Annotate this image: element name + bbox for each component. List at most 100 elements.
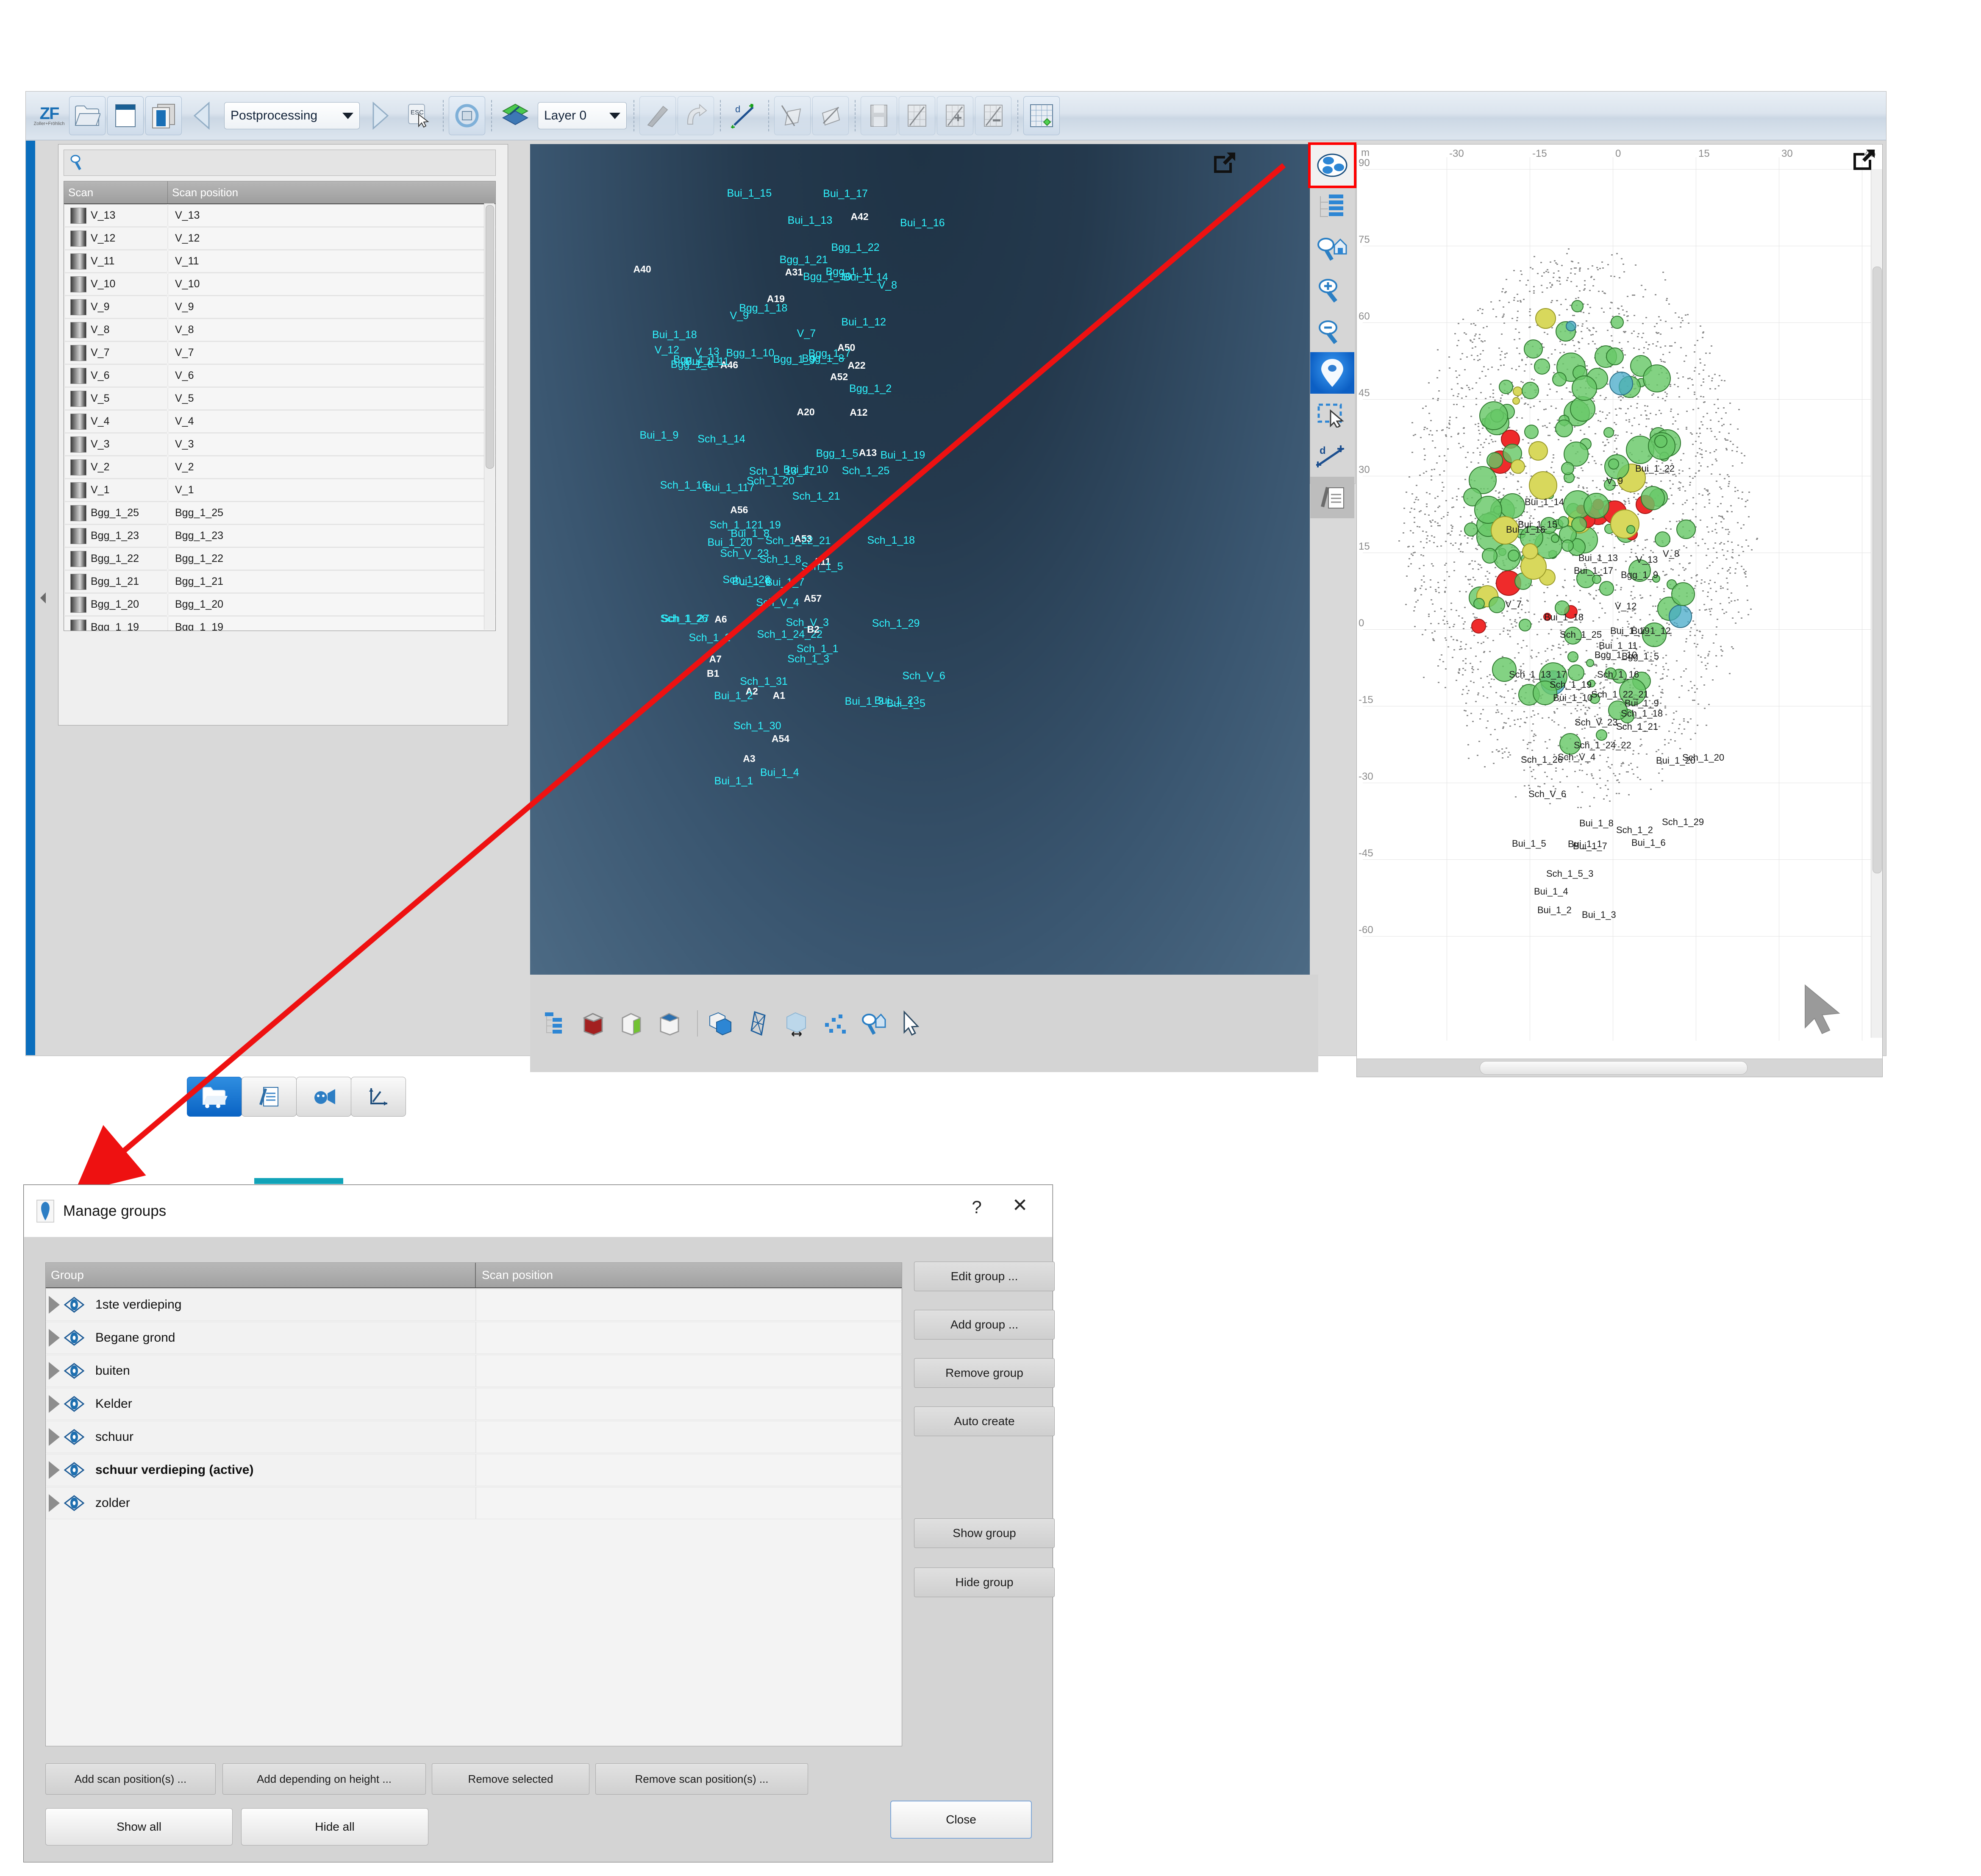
scan-position-cell[interactable]: V_13 <box>168 204 495 227</box>
scan-node[interactable] <box>1568 664 1584 681</box>
tab-report[interactable] <box>242 1077 297 1117</box>
add-depending-on-height-button[interactable]: Add depending on height ... <box>222 1763 426 1795</box>
group-cell[interactable]: Kelder <box>46 1388 476 1420</box>
visibility-eye-icon[interactable] <box>64 1429 85 1445</box>
scan-node[interactable] <box>1513 386 1523 396</box>
new-project-button[interactable] <box>107 96 144 135</box>
plane-tool-button[interactable] <box>774 96 811 135</box>
scan-node[interactable] <box>1512 397 1520 405</box>
scan-node[interactable] <box>1654 435 1667 448</box>
undo-tool-button[interactable] <box>678 96 714 135</box>
scan-node[interactable] <box>1611 316 1624 329</box>
reset-view-button[interactable] <box>449 96 485 135</box>
table-row[interactable]: Begane grond <box>46 1321 902 1354</box>
group-scan-position-cell[interactable] <box>476 1487 902 1519</box>
grid-add-tool-button[interactable] <box>937 96 973 135</box>
scan-cell[interactable]: V_2 <box>64 456 168 478</box>
scan-node[interactable] <box>1486 452 1503 469</box>
scan-position-cell[interactable]: V_10 <box>168 273 495 295</box>
scan-cell[interactable]: V_3 <box>64 433 168 456</box>
scan-cell[interactable]: V_4 <box>64 410 168 433</box>
scan-cell[interactable]: Bgg_1_23 <box>64 525 168 547</box>
scan-node[interactable] <box>1534 359 1550 375</box>
save-tool-button[interactable] <box>861 96 897 135</box>
scan-node[interactable] <box>1524 425 1539 439</box>
layer-select[interactable]: Layer 0 <box>538 102 627 129</box>
group-scan-position-cell[interactable] <box>476 1421 902 1453</box>
brush-tool-button[interactable] <box>639 96 676 135</box>
scan-list-scroll-thumb[interactable] <box>486 205 494 469</box>
scan-position-cell[interactable]: Bgg_1_21 <box>168 570 495 593</box>
scan-cell[interactable]: V_10 <box>64 273 168 295</box>
previous-step-button[interactable] <box>183 96 220 135</box>
open-project-button[interactable] <box>69 96 106 135</box>
expand-viewport-button[interactable] <box>1211 150 1238 175</box>
remove-group-button[interactable]: Remove group <box>914 1358 1055 1388</box>
scan-cell[interactable]: V_1 <box>64 479 168 501</box>
scan-node[interactable] <box>1599 581 1614 596</box>
scan-node[interactable] <box>1522 543 1538 559</box>
scan-position-cell[interactable]: V_7 <box>168 342 495 364</box>
map-vertical-scroll-thumb[interactable] <box>1873 267 1882 873</box>
scan-position-col-header[interactable]: Scan position <box>168 181 495 203</box>
grid-origin-tool-button[interactable] <box>1023 96 1060 135</box>
tab-coordinates[interactable] <box>351 1077 406 1117</box>
expand-arrow-icon[interactable] <box>49 1362 60 1380</box>
edit-group-button[interactable]: Edit group ... <box>914 1262 1055 1291</box>
expand-arrow-icon[interactable] <box>49 1494 60 1512</box>
group-cell[interactable]: schuur <box>46 1421 476 1453</box>
table-row[interactable]: V_12 V_12 <box>64 227 495 250</box>
map-horizontal-scroll-thumb[interactable] <box>1480 1061 1748 1075</box>
scan-node[interactable] <box>1671 582 1695 606</box>
layers-button[interactable] <box>704 1007 737 1040</box>
remove-selected-button[interactable]: Remove selected <box>432 1763 589 1795</box>
table-row[interactable]: V_7 V_7 <box>64 342 495 364</box>
scan-node[interactable] <box>1524 339 1543 359</box>
scan-node[interactable] <box>1551 534 1559 543</box>
group-cell[interactable]: Begane grond <box>46 1322 476 1354</box>
group-cell[interactable]: buiten <box>46 1355 476 1387</box>
surface-tool-button[interactable] <box>812 96 849 135</box>
table-row[interactable]: V_8 V_8 <box>64 319 495 342</box>
scan-node[interactable] <box>1508 550 1520 561</box>
scan-node[interactable] <box>1655 531 1670 547</box>
table-row[interactable]: V_11 V_11 <box>64 250 495 273</box>
scan-node[interactable] <box>1555 420 1573 437</box>
show-group-button[interactable]: Show group <box>914 1518 1055 1548</box>
scan-node[interactable] <box>1552 372 1567 386</box>
scan-node[interactable] <box>1479 401 1508 430</box>
escape-button[interactable]: ESC <box>400 96 437 135</box>
scan-position-cell[interactable]: Bgg_1_23 <box>168 525 495 547</box>
distance-tool-button[interactable]: d <box>726 96 762 135</box>
scan-node[interactable] <box>1669 605 1692 628</box>
scan-position-col-header-dialog[interactable]: Scan position <box>476 1263 902 1287</box>
scan-node[interactable] <box>1500 493 1525 519</box>
zoom-out-button[interactable] <box>1310 311 1354 352</box>
scan-position-cell[interactable]: V_11 <box>168 250 495 272</box>
scan-cell[interactable]: Bgg_1_21 <box>64 570 168 593</box>
site-map-panel[interactable]: -30-1501530459075604530150-15-30-45-60m … <box>1356 144 1883 1077</box>
visibility-eye-icon[interactable] <box>64 1495 85 1512</box>
scan-position-cell[interactable]: V_3 <box>168 433 495 456</box>
scan-cell[interactable]: Bgg_1_25 <box>64 502 168 524</box>
table-row[interactable]: Kelder <box>46 1387 902 1420</box>
table-row[interactable]: V_4 V_4 <box>64 410 495 433</box>
hide-all-button[interactable]: Hide all <box>241 1808 428 1845</box>
scan-cell[interactable]: V_5 <box>64 387 168 410</box>
table-row[interactable]: Bgg_1_23 Bgg_1_23 <box>64 525 495 548</box>
point-cloud-button[interactable] <box>818 1007 851 1040</box>
scan-node[interactable] <box>1561 462 1574 475</box>
dialog-title-bar[interactable]: Manage groups ? ✕ <box>24 1185 1052 1237</box>
viewport-3d-canvas[interactable]: Bui_1_15 Bui_1_16 Bui_1_14 Bui_1_17 Bui_1_13… <box>530 144 1310 975</box>
select-arrow-button[interactable] <box>895 1007 928 1040</box>
scan-node[interactable] <box>1584 493 1609 519</box>
mode-select[interactable]: Postprocessing <box>224 102 360 129</box>
scan-node[interactable] <box>1561 539 1574 552</box>
scan-cell[interactable]: Bgg_1_19 <box>64 616 168 631</box>
scan-position-cell[interactable]: V_1 <box>168 479 495 501</box>
scan-node[interactable] <box>1489 597 1505 613</box>
expand-arrow-icon[interactable] <box>49 1428 60 1446</box>
grid-tool-button[interactable] <box>899 96 935 135</box>
table-row[interactable]: zolder <box>46 1487 902 1520</box>
viewport-3d[interactable]: Bui_1_15 Bui_1_16 Bui_1_14 Bui_1_17 Bui_1_13… <box>530 144 1318 1072</box>
